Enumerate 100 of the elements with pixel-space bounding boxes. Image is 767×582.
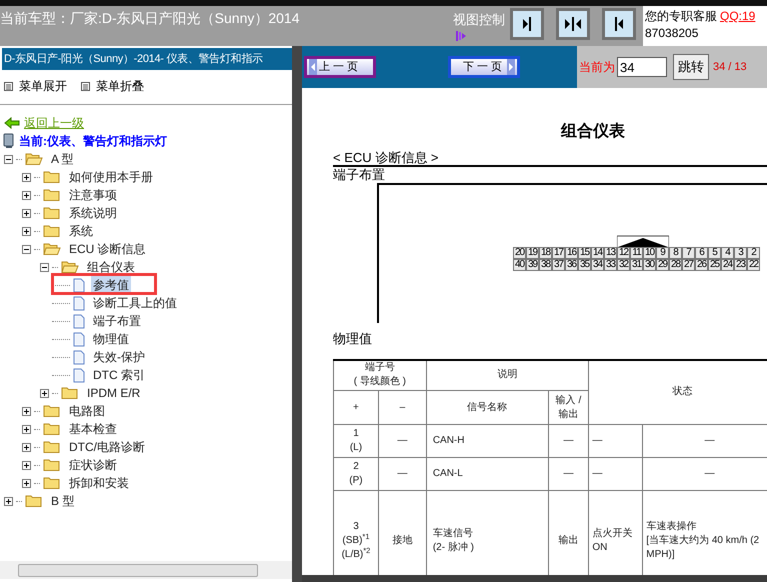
back-arrow-icon [4,117,20,129]
document-title: 组合仪表 [560,122,626,142]
pin-number: 34 [591,259,604,271]
pin-number: 36 [565,259,578,271]
pin-number: 35 [578,259,591,271]
qq-link[interactable]: QQ:19 [720,8,756,25]
tree-item[interactable]: 如何使用本手册 [67,168,155,186]
tree-item[interactable]: 注意事项 [67,186,119,204]
collapse-icon[interactable] [22,244,31,254]
view-toggle-button[interactable] [602,8,636,40]
expand-icon[interactable] [22,478,31,488]
expand-icon[interactable] [22,190,31,200]
pin-number: 9 [656,247,669,259]
current-page-label: 当前为 [579,59,615,76]
expand-icon[interactable] [22,208,31,218]
folder-icon [43,422,61,436]
pin-number: 10 [643,247,656,259]
page-icon [73,296,85,310]
tree-item[interactable]: 系统说明 [67,204,119,222]
pin-number: 2 [747,247,760,259]
horizontal-scrollbar[interactable] [0,561,292,579]
table-cell: 端子号 ( 导线颜色 ) [334,360,426,390]
breadcrumb-text: < ECU 诊断信息 > [333,150,767,167]
expand-icon[interactable] [22,226,31,236]
tree-item[interactable]: 诊断工具上的值 [91,294,179,312]
view-toggle-button[interactable] [556,8,590,40]
pin-number: 15 [578,247,591,259]
tree-item[interactable]: 组合仪表 [85,258,137,276]
tree-item[interactable]: A 型 [49,150,76,168]
tree-item[interactable]: 症状诊断 [67,456,119,474]
tree-item[interactable]: 端子布置 [91,312,143,330]
table-cell: 信号名称 [426,390,548,424]
folder-icon [43,458,61,472]
model-title: 当前车型：厂家:D-东风日产阳光（Sunny）2014 [0,9,301,28]
menu-link[interactable]: 菜单展开 [19,77,67,95]
menu-link[interactable]: 菜单折叠 [96,77,144,95]
pin-number: 27 [682,259,695,271]
tree-item[interactable]: B 型 [49,492,76,510]
computer-icon [3,133,15,149]
tree-item[interactable]: ECU 诊断信息 [67,240,148,258]
caret-icon [507,59,515,75]
table-cell: – [378,390,426,424]
section-heading: 物理值 [333,330,373,348]
pin-number: 33 [604,259,617,271]
folder-icon [43,404,61,418]
pin-number: 38 [539,259,552,271]
expand-icon[interactable] [4,496,13,506]
page-icon [73,278,85,292]
pager-button[interactable]: 上一页 [304,56,376,78]
arrow-to-bar-icon [565,17,581,31]
pin-number: 5 [708,247,721,259]
pin-number: 29 [656,259,669,271]
tree-item[interactable]: 系统 [67,222,95,240]
view-control-label: 视图控制 [453,11,505,29]
table-cell: 说明 [426,360,589,390]
table-cell: — [548,458,589,490]
pin-number: 16 [565,247,578,259]
view-toggle-button[interactable] [510,8,544,40]
pin-number: 13 [604,247,617,259]
tree-item[interactable]: 拆卸和安装 [67,474,131,492]
tree-item[interactable]: 失效-保护 [91,348,147,366]
page-number-field[interactable]: 34 [617,57,667,77]
tree-item[interactable]: 物理值 [91,330,131,348]
scrollbar-thumb[interactable] [18,564,258,576]
expand-icon[interactable] [22,424,31,434]
folder-icon [43,476,61,490]
tree-item[interactable]: DTC/电路诊断 [67,438,147,456]
page-icon [73,368,85,382]
tree-item[interactable]: 基本检查 [67,420,119,438]
page-icon [73,332,85,346]
pin-number: 26 [695,259,708,271]
list-icon [4,82,13,90]
expand-icon[interactable] [22,172,31,182]
arrow-to-bar-icon [523,17,531,31]
expand-icon[interactable] [40,388,49,398]
table-cell: — [588,424,643,458]
current-location: 当前:仪表、警告灯和指示灯 [19,133,167,150]
table-cell: 2 (P) [334,458,378,490]
expand-icon[interactable] [22,442,31,452]
page-count: 34 / 13 [713,60,747,75]
tree-item[interactable]: DTC 索引 [91,366,147,384]
tree-item[interactable]: 电路图 [67,402,107,420]
jump-button[interactable]: 跳转 [673,54,709,80]
folder-icon [43,170,61,184]
folder-icon [25,152,43,166]
pager-button[interactable]: 下一页 [448,56,520,78]
tree-item[interactable]: IPDM E/R [85,384,142,402]
expand-icon[interactable] [22,406,31,416]
folder-icon [43,206,61,220]
caret-icon [309,59,317,75]
collapse-icon[interactable] [40,262,49,272]
page-icon [73,314,85,328]
pin-number: 24 [721,259,734,271]
list-icon [81,82,90,90]
folder-icon [43,188,61,202]
expand-icon[interactable] [22,460,31,470]
table-cell: + [334,390,378,424]
pin-number: 6 [695,247,708,259]
arrow-to-bar-icon [615,17,623,31]
collapse-icon[interactable] [4,154,13,164]
